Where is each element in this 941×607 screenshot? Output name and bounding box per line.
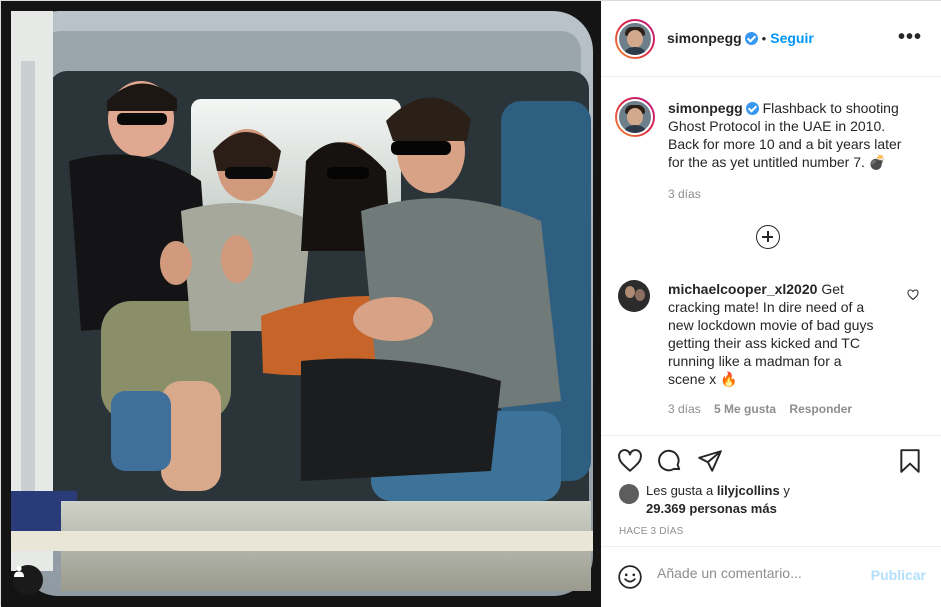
liker-avatar[interactable] <box>619 484 639 504</box>
publish-button[interactable]: Publicar <box>871 567 926 583</box>
post-header: simonpegg • Seguir ••• <box>601 1 941 77</box>
verified-badge-icon <box>745 102 759 115</box>
caption-username[interactable]: simonpegg <box>668 100 743 116</box>
likes-suffix: y <box>783 483 790 498</box>
reply-button[interactable]: Responder <box>789 402 852 416</box>
post-side-panel: simonpegg • Seguir ••• simonpegg Flashback… <box>601 1 941 607</box>
instagram-post: simonpegg • Seguir ••• simonpegg Flashback… <box>0 0 941 607</box>
comment-bubble-icon[interactable] <box>657 448 683 474</box>
caption-text-block: simonpegg Flashback to shooting Ghost Pr… <box>668 99 912 203</box>
likes-line-1: Les gusta a lilyjcollins y <box>646 482 790 500</box>
tag-people-button[interactable] <box>13 565 43 595</box>
comment-meta: 3 días 5 Me gusta Responder <box>668 402 862 416</box>
header-user-row: simonpegg • Seguir <box>667 30 814 46</box>
commenter-username[interactable]: michaelcooper_xl2020 <box>668 281 817 297</box>
post-photo[interactable] <box>1 1 601 607</box>
verified-badge-icon <box>744 32 758 45</box>
user-tag-icon <box>14 565 24 577</box>
add-comment-bar: Publicar <box>601 546 941 607</box>
more-options-icon[interactable]: ••• <box>898 27 922 47</box>
fire-emoji: 🔥 <box>720 371 738 387</box>
post-time-ago[interactable]: HACE 3 DÍAS <box>619 526 683 537</box>
author-username[interactable]: simonpegg <box>667 30 742 46</box>
separator-dot: • <box>761 31 767 46</box>
author-avatar[interactable] <box>615 19 655 59</box>
heart-icon[interactable] <box>617 448 643 474</box>
comment-likes-count[interactable]: 5 Me gusta <box>714 402 776 416</box>
caption-author-avatar[interactable] <box>615 97 655 137</box>
caption-time[interactable]: 3 días <box>668 185 912 203</box>
likes-prefix: Les gusta a <box>646 483 714 498</box>
paper-plane-icon[interactable] <box>697 448 723 474</box>
comment-text-block: michaelcooper_xl2020 Get cracking mate! … <box>668 280 878 388</box>
comment-time[interactable]: 3 días <box>668 402 701 416</box>
bookmark-icon[interactable] <box>897 448 923 474</box>
liker-username[interactable]: lilyjcollins <box>717 483 780 498</box>
bomb-emoji: 💣 <box>868 154 887 170</box>
smiley-icon[interactable] <box>617 564 643 590</box>
load-more-comments-icon[interactable] <box>756 225 780 249</box>
commenter-avatar[interactable] <box>618 280 650 312</box>
helicopter-cabin-photo <box>1 1 601 607</box>
comment-like-heart-icon[interactable] <box>907 289 919 301</box>
comment-input[interactable] <box>657 565 857 581</box>
follow-button[interactable]: Seguir <box>770 30 814 46</box>
likes-count[interactable]: 29.369 personas más <box>646 500 777 518</box>
